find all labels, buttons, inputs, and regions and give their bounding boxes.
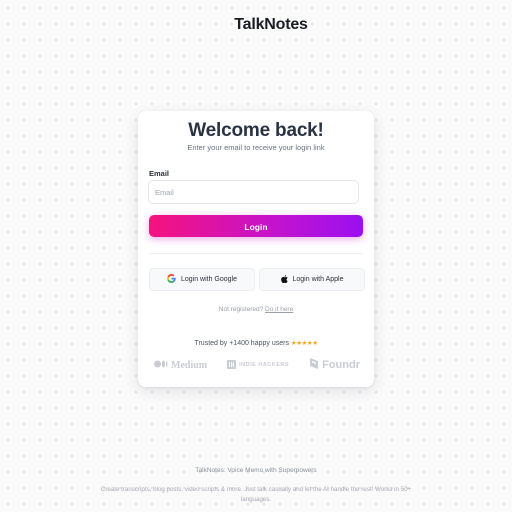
apple-icon — [280, 274, 288, 285]
indie-hackers-icon — [227, 359, 237, 371]
signup-link[interactable]: Do it here — [265, 306, 293, 313]
foundr-label: Foundr — [322, 359, 360, 371]
google-icon — [166, 274, 176, 285]
foundr-icon — [309, 358, 319, 372]
brand-logos: Medium INDIE HACKERS Foundr — [154, 358, 360, 372]
footer-description: Create transcripts, blog posts, video sc… — [100, 486, 412, 503]
login-with-apple-button[interactable]: Login with Apple — [259, 268, 365, 291]
soundwave-icon — [204, 13, 229, 37]
medium-logo: Medium — [154, 360, 207, 371]
email-field[interactable] — [148, 180, 359, 204]
trusted-text: Trusted by +1400 happy users — [194, 340, 289, 347]
apple-button-label: Login with Apple — [292, 276, 344, 283]
rating-stars: ★★★★★ — [290, 340, 318, 347]
email-label: Email — [149, 169, 170, 178]
google-button-label: Login with Google — [180, 276, 238, 283]
login-card: Welcome back! Enter your email to receiv… — [138, 111, 374, 387]
page-subtitle: Enter your email to receive your login l… — [187, 143, 325, 152]
footer-title: TalkNotes: Voice Memo with Superpowers — [195, 467, 317, 474]
trusted-by: Trusted by +1400 happy users ★★★★★ — [138, 339, 374, 347]
signup-prompt: Not registered? Do it here — [138, 306, 374, 313]
foundr-logo: Foundr — [309, 358, 360, 372]
not-registered-text: Not registered? — [218, 306, 264, 313]
indie-hackers-label: INDIE HACKERS — [239, 362, 290, 368]
login-with-google-button[interactable]: Login with Google — [149, 268, 255, 291]
app-header: TalkNotes — [0, 13, 512, 37]
indie-hackers-logo: INDIE HACKERS — [227, 359, 290, 371]
login-button[interactable]: Login — [149, 215, 363, 237]
app-name: TalkNotes — [234, 16, 308, 33]
medium-icon — [154, 360, 168, 371]
divider — [149, 253, 363, 254]
medium-label: Medium — [171, 359, 208, 371]
page-title: Welcome back! — [188, 120, 324, 141]
